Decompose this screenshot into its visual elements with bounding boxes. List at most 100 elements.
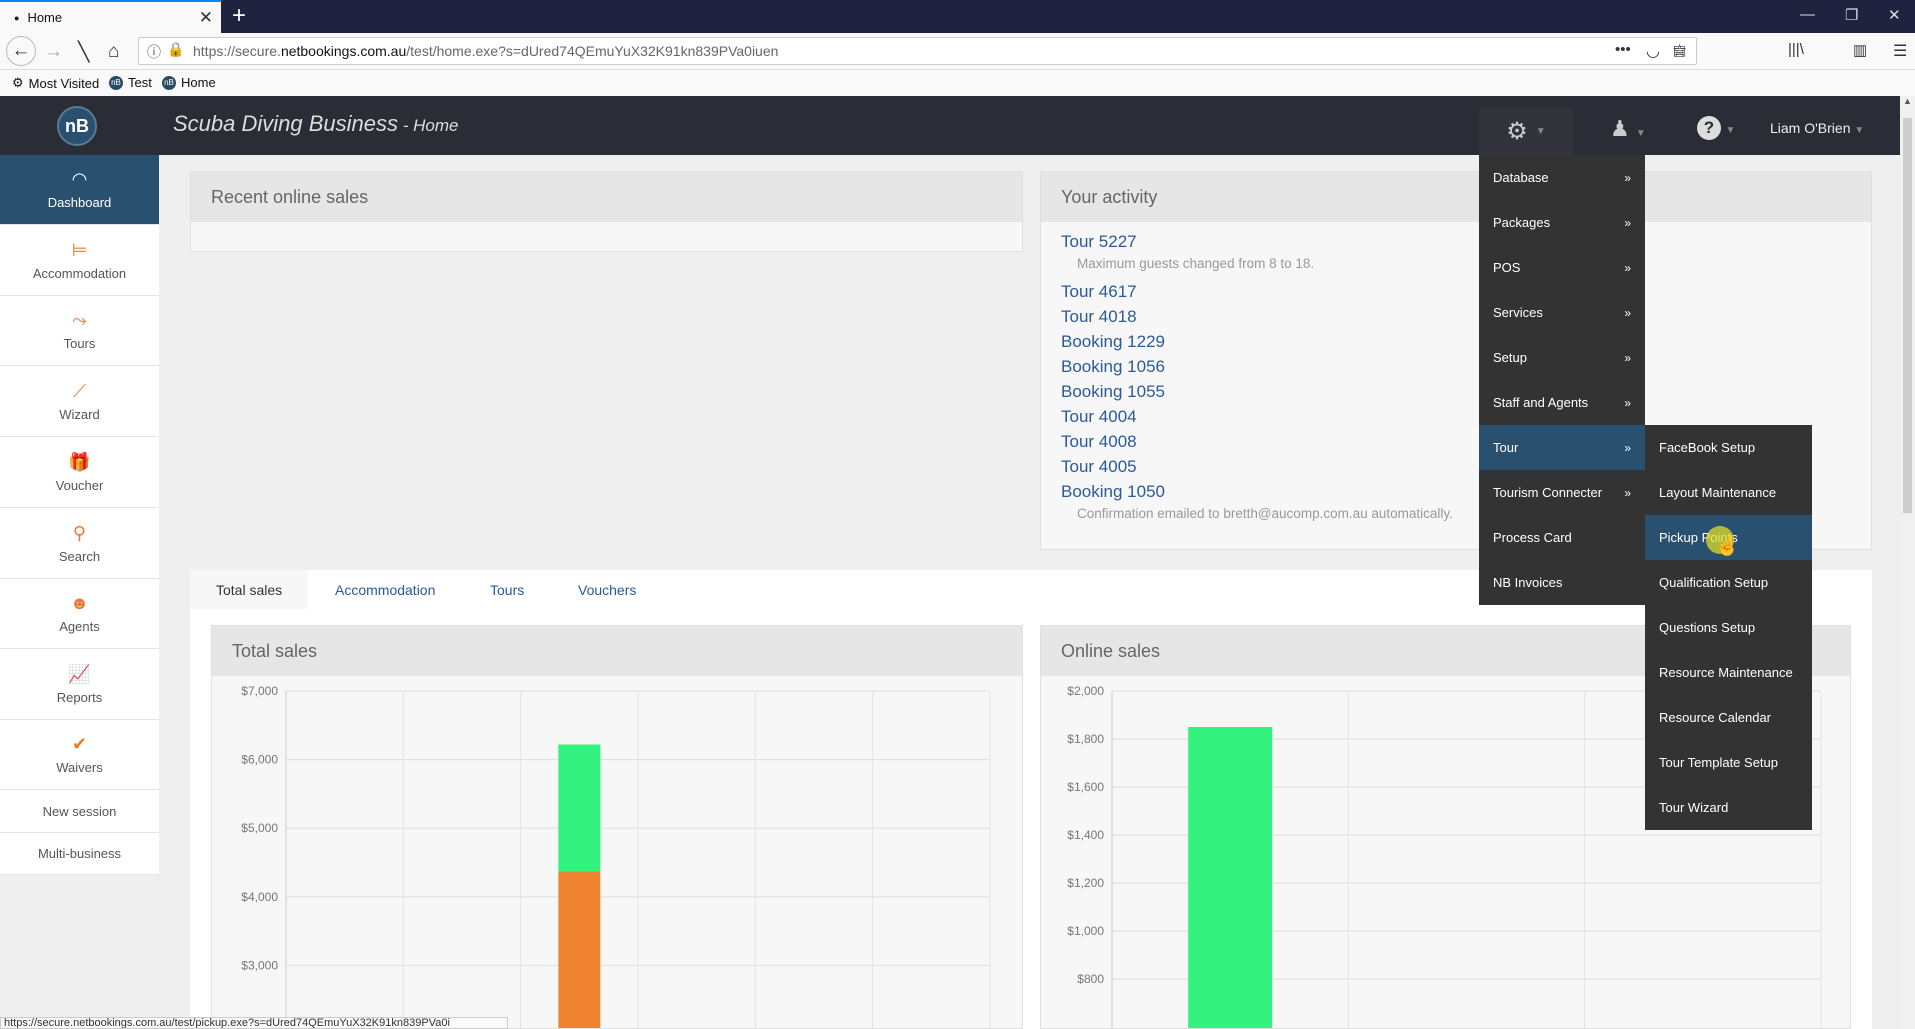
scroll-up-icon[interactable]: ▲ xyxy=(1900,96,1915,106)
sidebar-item-dashboard[interactable]: ◠ Dashboard xyxy=(0,155,159,225)
activity-link[interactable]: Tour 4018 xyxy=(1061,307,1137,327)
agent-menu-button[interactable]: ♟ ▼ xyxy=(1610,116,1646,142)
pocket-icon[interactable]: ◡ xyxy=(1646,41,1660,61)
submenu-arrow-icon: » xyxy=(1624,350,1631,365)
tab-accommodation[interactable]: Accommodation xyxy=(335,570,435,609)
close-window-icon[interactable]: ✕ xyxy=(1888,6,1901,24)
chevron-down-icon: ▼ xyxy=(1535,126,1546,137)
menu-item-tourism-connecter[interactable]: Tourism Connecter » xyxy=(1479,470,1645,515)
sidebar: ◠ Dashboard ⊨ Accommodation ⤳ Tours ⟋ Wizard 🎁 Vo… xyxy=(0,155,159,875)
sidebar-item-reports[interactable]: 📈 Reports xyxy=(0,649,159,720)
sidebar-item-search[interactable]: ⚲ Search xyxy=(0,508,159,579)
check-icon: ✔ xyxy=(71,734,88,754)
more-actions-icon[interactable]: ••• xyxy=(1615,41,1631,58)
tab-total-sales[interactable]: Total sales xyxy=(190,570,309,609)
bookmark-star-icon[interactable]: ☆ xyxy=(1672,41,1687,61)
back-icon[interactable]: ← xyxy=(6,36,36,66)
tab-title: Home xyxy=(27,10,63,25)
activity-link[interactable]: Tour 5227 xyxy=(1061,232,1137,252)
sidebar-item-label: Wizard xyxy=(59,406,100,422)
restore-icon[interactable]: ❐ xyxy=(1845,6,1858,24)
chart-title: Total sales xyxy=(212,626,1022,676)
search-icon: ⚲ xyxy=(72,522,87,543)
scrollbar-thumb[interactable] xyxy=(1903,118,1912,513)
submenu-item-resource-maintenance[interactable]: Resource Maintenance xyxy=(1645,650,1812,695)
url-bar[interactable]: ⓘ 🔒 https://secure. netbookings.com.au/te… xyxy=(138,37,1697,65)
settings-menu-button[interactable]: ⚙ ▼ xyxy=(1479,108,1573,155)
menu-item-packages[interactable]: Packages » xyxy=(1479,200,1645,245)
submenu-item-questions-setup[interactable]: Questions Setup xyxy=(1645,605,1812,650)
browser-tab-home[interactable]: ● Home ✕ xyxy=(0,0,221,33)
sidebar-item-waivers[interactable]: ✔ Waivers xyxy=(0,720,159,790)
library-icon[interactable]: |||\ xyxy=(1788,41,1804,58)
menu-item-pos[interactable]: POS » xyxy=(1479,245,1645,290)
browser-tab-bar: ● Home ✕ + — ❐ ✕ xyxy=(0,0,1915,33)
menu-item-nb-invoices[interactable]: NB Invoices xyxy=(1479,560,1645,605)
chevron-down-icon: ▼ xyxy=(1854,125,1865,136)
bookmark-most-visited[interactable]: ⚙ Most Visited xyxy=(12,75,99,91)
user-menu-button[interactable]: Liam O'Brien ▼ xyxy=(1770,120,1864,136)
home-icon[interactable]: ⌂ xyxy=(108,41,119,63)
chevron-down-icon: ▼ xyxy=(1725,125,1736,136)
submenu-arrow-icon: » xyxy=(1624,485,1631,500)
menu-item-label: NB Invoices xyxy=(1493,575,1563,590)
sidebar-item-accommodation[interactable]: ⊨ Accommodation xyxy=(0,225,159,296)
menu-item-tour[interactable]: Tour » xyxy=(1479,425,1645,470)
activity-link[interactable]: Tour 4617 xyxy=(1061,282,1137,302)
forward-icon[interactable]: → xyxy=(44,41,63,63)
sidebar-item-label: Agents xyxy=(59,619,100,634)
sidebar-item-agents[interactable]: ☻ Agents xyxy=(0,579,159,649)
submenu-item-qualification-setup[interactable]: Qualification Setup xyxy=(1645,560,1812,605)
bookmark-home[interactable]: nB Home xyxy=(162,75,216,90)
menu-item-label: Packages xyxy=(1493,215,1551,230)
menu-item-database[interactable]: Database » xyxy=(1479,155,1645,200)
new-tab-button[interactable]: + xyxy=(232,2,246,30)
sidebar-item-voucher[interactable]: 🎁 Voucher xyxy=(0,437,159,508)
bookmark-test[interactable]: nB Test xyxy=(109,75,152,90)
menu-item-label: Services xyxy=(1493,305,1543,320)
route-icon: ⤳ xyxy=(72,310,87,330)
sidebar-item-wizard[interactable]: ⟋ Wizard xyxy=(0,366,159,437)
menu-item-services[interactable]: Services » xyxy=(1479,290,1645,335)
help-menu-button[interactable]: ? ▼ xyxy=(1697,116,1735,140)
activity-link[interactable]: Booking 1055 xyxy=(1061,382,1165,402)
activity-link[interactable]: Booking 1229 xyxy=(1061,332,1165,352)
submenu-item-tour-template-setup[interactable]: Tour Template Setup xyxy=(1645,740,1812,785)
activity-link[interactable]: Tour 4004 xyxy=(1061,407,1137,427)
bar-segment xyxy=(1188,727,1273,1028)
y-tick-label: $1,200 xyxy=(1067,876,1104,890)
logo[interactable]: nB xyxy=(57,106,97,146)
total-sales-chart: $3,000 $4,000 $5,000 $6,000 $7,000 xyxy=(241,684,991,1028)
sidebar-toggle-icon[interactable]: ▥ xyxy=(1853,41,1867,59)
activity-link[interactable]: Tour 4005 xyxy=(1061,457,1137,477)
y-tick-label: $1,600 xyxy=(1067,780,1104,794)
sidebar-item-tours[interactable]: ⤳ Tours xyxy=(0,296,159,366)
sidebar-item-multi-business[interactable]: Multi-business xyxy=(0,833,159,875)
menu-item-label: Staff and Agents xyxy=(1493,395,1589,410)
menu-item-staff-and-agents[interactable]: Staff and Agents » xyxy=(1479,380,1645,425)
close-tab-icon[interactable]: ✕ xyxy=(199,8,213,28)
activity-link[interactable]: Booking 1056 xyxy=(1061,357,1165,377)
chevron-down-icon: ▼ xyxy=(1635,128,1646,139)
menu-item-setup[interactable]: Setup » xyxy=(1479,335,1645,380)
magic-wand-icon: ⟋ xyxy=(73,380,86,401)
submenu-item-facebook-setup[interactable]: FaceBook Setup xyxy=(1645,425,1812,470)
sidebar-item-label: Tours xyxy=(63,336,96,351)
activity-link[interactable]: Booking 1050 xyxy=(1061,482,1165,502)
page-title: Scuba Diving Business - Home xyxy=(173,111,459,136)
submenu-item-resource-calendar[interactable]: Resource Calendar xyxy=(1645,695,1812,740)
tab-tours[interactable]: Tours xyxy=(490,570,524,609)
bar-segment xyxy=(558,744,601,872)
info-icon[interactable]: ⓘ xyxy=(147,42,161,62)
menu-icon[interactable]: ☰ xyxy=(1893,41,1907,61)
tab-vouchers[interactable]: Vouchers xyxy=(578,570,636,609)
bed-icon: ⊨ xyxy=(71,239,88,260)
stop-icon[interactable]: ╲ xyxy=(78,41,89,64)
menu-item-label: Resource Calendar xyxy=(1659,710,1772,725)
activity-link[interactable]: Tour 4008 xyxy=(1061,432,1137,452)
menu-item-process-card[interactable]: Process Card xyxy=(1479,515,1645,560)
sidebar-item-new-session[interactable]: New session xyxy=(0,790,159,833)
submenu-item-layout-maintenance[interactable]: Layout Maintenance xyxy=(1645,470,1812,515)
minimize-icon[interactable]: — xyxy=(1800,6,1815,23)
submenu-item-tour-wizard[interactable]: Tour Wizard xyxy=(1645,785,1812,830)
